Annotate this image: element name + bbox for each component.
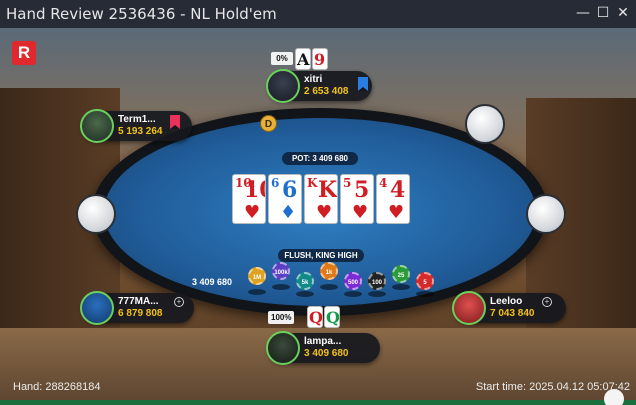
hand-id-label: Hand: 288268184 [13,381,101,393]
player-name: 777MA... [118,296,159,307]
chip-100: 100 [368,272,386,290]
chip-500: 500 [344,272,362,290]
hole-card-2-rank: Q [326,308,340,327]
heart-icon: ♥ [352,202,369,223]
player-name: Term1... [118,114,156,125]
board-card-1-rank: 10 [244,177,265,203]
hole-card-2: 9 [312,48,328,70]
avatar [80,291,114,325]
heart-icon: ♥ [244,202,261,223]
window-title: Hand Review 2536436 - NL Hold'em [6,5,277,23]
window-titlebar: Hand Review 2536436 - NL Hold'em — ☐ ✕ [0,0,636,28]
app-logo: R [12,41,36,65]
chip-1k: 1k [320,262,338,280]
player-nameplate-term1[interactable]: Term1... 5 193 264 [80,109,192,143]
pot-label: POT: 3 409 680 [282,152,358,165]
board-card-3-rank-corner: K [307,176,318,190]
diamond-icon: ♦ [280,202,297,223]
board-card-2-rank-corner: 6 [271,176,280,190]
heart-icon: ♥ [316,202,333,223]
player-name: lampa... [304,336,342,347]
empty-seat-top-right[interactable] [465,104,505,144]
board-card-2-rank: 6 [282,177,298,203]
hole-card-1-rank: A [297,50,310,69]
footer: Hand: 288268184 Start time: 2025.04.12 0… [0,372,636,393]
player-stack: 3 409 680 [304,348,349,359]
hand-result-label: FLUSH, KING HIGH [278,249,364,262]
board-card-3-rank: K [318,177,338,203]
chip-1m: 1M [248,267,266,285]
corner-control[interactable] [604,389,624,405]
bottom-progress-bar [0,400,636,405]
player-nameplate-xitri[interactable]: xitri 2 653 408 [266,69,372,103]
hole-card-1: Q [307,306,323,328]
heart-icon: ♥ [388,202,405,223]
note-bookmark-icon[interactable] [170,115,180,129]
note-bookmark-icon[interactable] [358,77,368,91]
add-note-icon[interactable]: + [542,297,552,307]
player-name: Leeloo [490,296,523,307]
player-stack: 2 653 408 [304,86,349,97]
board-card-4-rank: 5 [354,177,370,203]
equity-badge: 100% [268,311,295,324]
chip-25: 25 [392,265,410,283]
empty-seat-right[interactable] [526,194,566,234]
player-nameplate-777ma[interactable]: 777MA... 6 879 808 + [80,291,194,325]
board-card-4-rank-corner: 5 [343,176,352,190]
board-card-4: 5 5 ♥ [340,174,374,224]
player-name: xitri [304,74,323,85]
chip-5: 5 [416,272,434,290]
chip-5k: 5k [296,272,314,290]
hole-card-2-rank: 9 [314,50,326,69]
minimize-icon[interactable]: — [574,4,592,22]
empty-seat-left[interactable] [76,194,116,234]
board-card-5-rank-corner: 4 [379,176,388,190]
board-card-5-rank: 4 [390,177,406,203]
add-note-icon[interactable]: + [174,297,184,307]
avatar [80,109,114,143]
hole-card-1-rank: Q [309,308,323,327]
avatar [452,291,486,325]
dealer-button: D [260,115,277,132]
board-card-3: K K ♥ [304,174,338,224]
close-icon[interactable]: ✕ [614,4,632,22]
avatar [266,331,300,365]
hole-card-1: A [295,48,311,70]
board-card-5: 4 4 ♥ [376,174,410,224]
chip-stack-total: 3 409 680 [192,277,233,287]
player-stack: 6 879 808 [118,308,163,319]
player-stack: 7 043 840 [490,308,535,319]
avatar [266,69,300,103]
maximize-icon[interactable]: ☐ [594,4,612,22]
hole-card-2: Q [324,306,340,328]
player-stack: 5 193 264 [118,126,163,137]
equity-badge: 0% [271,52,293,65]
table-stage: R D POT: 3 409 680 10 10 ♥ 6 6 ♦ K K ♥ 5… [0,28,636,405]
board-card-1: 10 10 ♥ [232,174,266,224]
player-nameplate-lampa[interactable]: lampa... 3 409 680 [266,331,380,365]
player-nameplate-leeloo[interactable]: Leeloo 7 043 840 + [452,291,566,325]
board-card-2: 6 6 ♦ [268,174,302,224]
chip-100k: 100k [272,262,290,280]
